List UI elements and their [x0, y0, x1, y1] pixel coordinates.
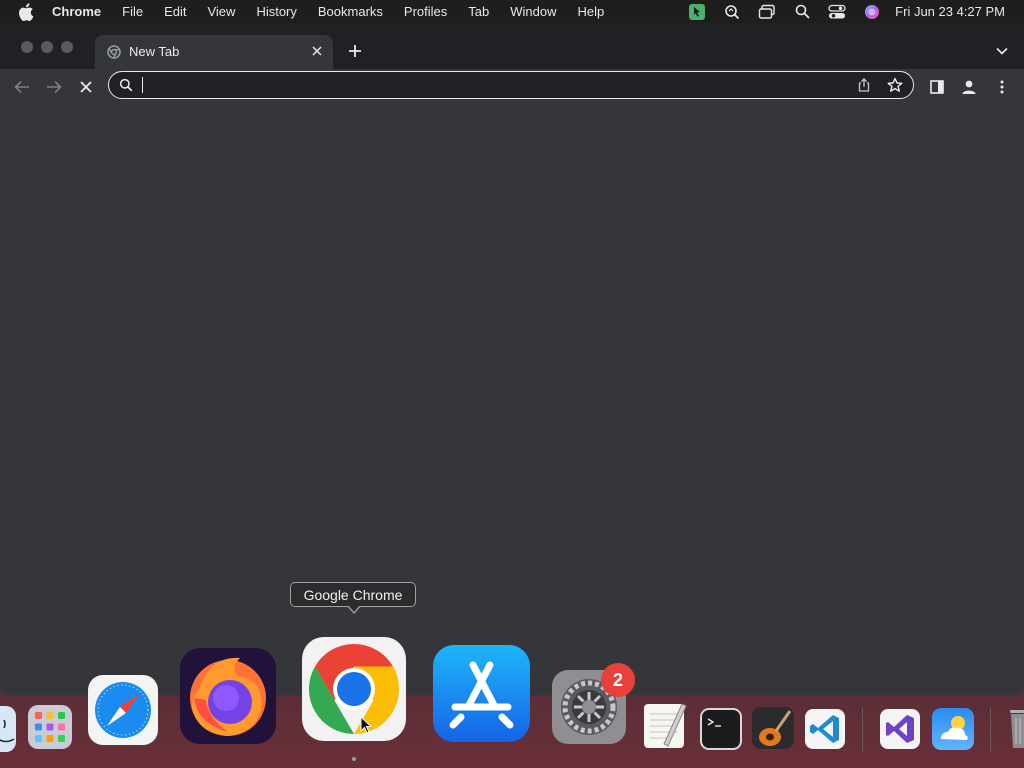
- menu-window[interactable]: Window: [510, 4, 556, 19]
- browser-toolbar: [0, 69, 1024, 103]
- app-store-icon[interactable]: [433, 645, 530, 742]
- menu-app-name[interactable]: Chrome: [52, 4, 101, 19]
- bookmark-star-icon[interactable]: [887, 77, 903, 93]
- tab-search-chevron-icon[interactable]: [994, 43, 1010, 59]
- apple-menu-icon[interactable]: [18, 2, 36, 21]
- profile-avatar-icon[interactable]: [959, 77, 979, 97]
- menu-history[interactable]: History: [256, 4, 296, 19]
- tab-new-tab[interactable]: New Tab: [95, 35, 333, 69]
- page-content-area[interactable]: [0, 104, 1024, 695]
- chrome-menu-kebab-icon[interactable]: [992, 77, 1012, 97]
- screens-icon[interactable]: [758, 3, 776, 21]
- side-panel-icon[interactable]: [927, 77, 947, 97]
- launchpad-icon[interactable]: [28, 705, 72, 749]
- finder-icon[interactable]: [0, 706, 16, 752]
- menu-profiles[interactable]: Profiles: [404, 4, 447, 19]
- control-center-icon[interactable]: [828, 3, 846, 21]
- menu-file[interactable]: File: [122, 4, 143, 19]
- menu-view[interactable]: View: [207, 4, 235, 19]
- spotlight-icon[interactable]: [793, 3, 811, 21]
- menu-bookmarks[interactable]: Bookmarks: [318, 4, 383, 19]
- firefox-icon[interactable]: [180, 648, 276, 744]
- menu-help[interactable]: Help: [578, 4, 605, 19]
- siri-icon[interactable]: [863, 3, 881, 21]
- window-zoom-button[interactable]: [61, 41, 73, 53]
- forward-arrow-icon[interactable]: [44, 77, 64, 97]
- menu-bar: Chrome File Edit View History Bookmarks …: [0, 0, 1024, 23]
- dock-separator-trash: [990, 708, 991, 752]
- browser-window: New Tab: [0, 23, 1024, 695]
- system-settings-badge: 2: [601, 663, 635, 697]
- menu-clock[interactable]: Fri Jun 23 4:27 PM: [895, 4, 1005, 19]
- back-arrow-icon[interactable]: [12, 77, 32, 97]
- tab-close-icon[interactable]: [309, 43, 325, 59]
- weather-icon[interactable]: [932, 708, 974, 750]
- dock-separator: [862, 708, 863, 752]
- dock-tooltip: Google Chrome: [290, 582, 416, 607]
- tab-title: New Tab: [129, 44, 180, 59]
- trash-icon[interactable]: [1006, 706, 1024, 752]
- visual-studio-icon[interactable]: [880, 709, 920, 749]
- omnibox-input[interactable]: [141, 75, 845, 97]
- text-caret: [142, 77, 143, 93]
- tooltip-arrow-fill: [348, 605, 360, 612]
- address-bar[interactable]: [108, 71, 914, 99]
- textedit-icon[interactable]: [642, 700, 688, 750]
- chrome-running-indicator: [352, 757, 356, 761]
- zoom-search-icon[interactable]: [723, 3, 741, 21]
- share-icon[interactable]: [857, 78, 871, 92]
- safari-icon[interactable]: [87, 674, 159, 746]
- menu-tab[interactable]: Tab: [468, 4, 489, 19]
- chrome-favicon-icon: [107, 45, 121, 59]
- vscode-icon[interactable]: [805, 709, 845, 749]
- stop-loading-icon[interactable]: [76, 77, 96, 97]
- menu-edit[interactable]: Edit: [164, 4, 186, 19]
- keyboard-maestro-icon[interactable]: [688, 3, 706, 21]
- chrome-icon[interactable]: [302, 637, 406, 741]
- window-minimize-button[interactable]: [41, 41, 53, 53]
- window-close-button[interactable]: [21, 41, 33, 53]
- omnibox-search-icon: [119, 78, 133, 92]
- new-tab-button[interactable]: [346, 42, 364, 60]
- tab-strip: New Tab: [0, 23, 1024, 69]
- garageband-icon[interactable]: [752, 705, 794, 751]
- terminal-icon[interactable]: [700, 708, 742, 750]
